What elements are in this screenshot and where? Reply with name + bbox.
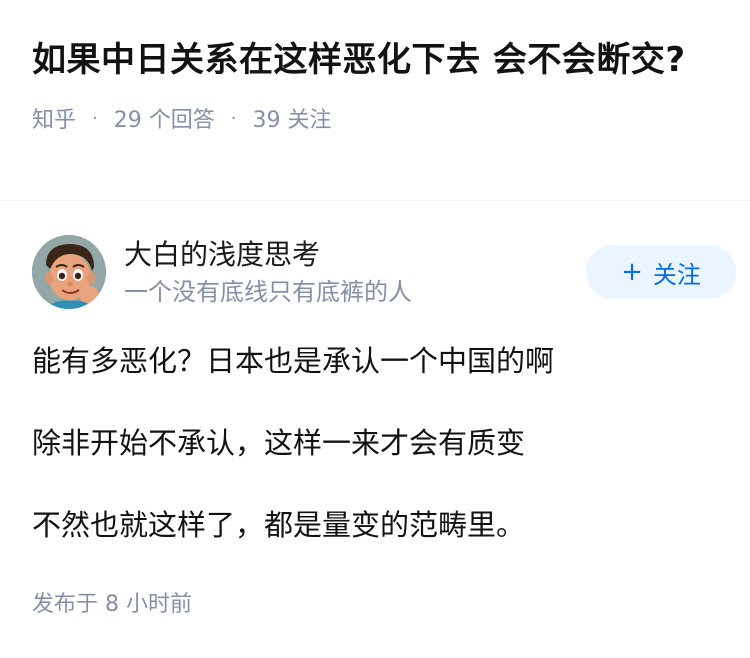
separator-dot: · [230, 107, 237, 129]
plus-icon: + [621, 257, 643, 287]
separator-dot: · [92, 107, 98, 129]
follow-button[interactable]: + 关注 [586, 245, 736, 299]
published-prefix: 发布于 [32, 592, 99, 617]
answers-label: 个回答 [148, 108, 215, 133]
followers-label: 关注 [287, 108, 332, 133]
published-time-value: 8 小时前 [105, 592, 193, 617]
answers-count: 29 [113, 108, 142, 133]
source-label[interactable]: 知乎 [32, 102, 76, 134]
answers-count-link[interactable]: 29 个回答 [114, 102, 215, 134]
question-meta: 知乎 · 29 个回答 · 39 关注 [32, 102, 722, 134]
answer-card: 大白的浅度思考 一个没有底线只有底裤的人 + 关注 能有多恶化？日本也是承认一个… [32, 234, 736, 618]
author-info: 大白的浅度思考 一个没有底线只有底裤的人 [124, 235, 586, 309]
author-bio: 一个没有底线只有底裤的人 [124, 278, 412, 306]
section-divider [0, 200, 750, 201]
question-header: 如果中日关系在这样恶化下去 会不会断交? 知乎 · 29 个回答 · 39 关注 [32, 34, 722, 134]
avatar-cartoon-face-icon [32, 235, 106, 309]
published-time: 发布于 8 小时前 [32, 586, 718, 618]
answer-content: 能有多恶化？日本也是承认一个中国的啊 除非开始不承认，这样一来才会有质变 不然也… [32, 340, 718, 546]
followers-count-link[interactable]: 39 关注 [253, 102, 332, 134]
answer-paragraph: 除非开始不承认，这样一来才会有质变 [32, 426, 526, 460]
followers-count: 39 [252, 108, 281, 133]
question-title[interactable]: 如果中日关系在这样恶化下去 会不会断交? [32, 34, 722, 86]
avatar[interactable] [32, 235, 106, 309]
answer-paragraph: 能有多恶化？日本也是承认一个中国的啊 [32, 344, 555, 378]
author-name[interactable]: 大白的浅度思考 [124, 235, 586, 275]
answer-paragraph: 不然也就这样了，都是量变的范畴里。 [32, 508, 526, 542]
follow-button-label: 关注 [652, 260, 701, 289]
author-row: 大白的浅度思考 一个没有底线只有底裤的人 + 关注 [32, 234, 736, 310]
